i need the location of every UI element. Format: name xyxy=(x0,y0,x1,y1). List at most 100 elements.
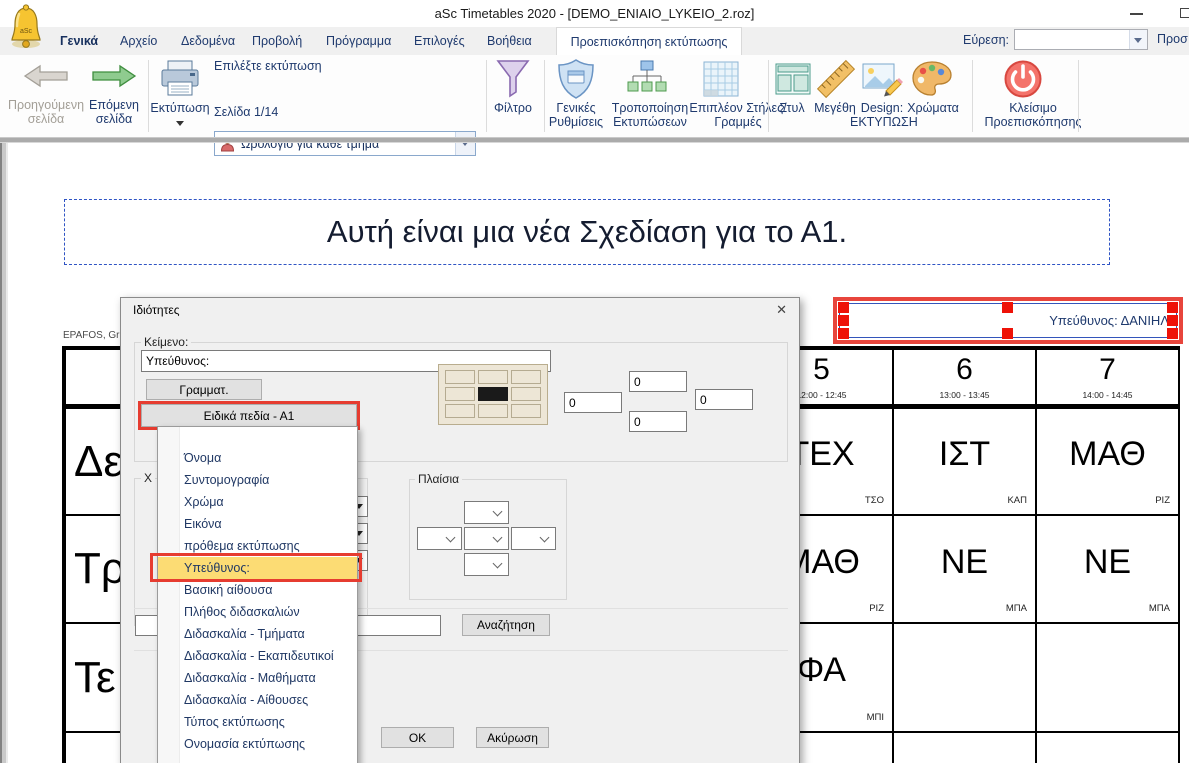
print-type-combo[interactable]: Ωρολόγιο για κάθε τμήμα xyxy=(214,131,476,156)
menu-epiloges[interactable]: Επιλογές xyxy=(414,27,465,55)
print-button[interactable]: Εκτύπωση xyxy=(148,101,212,115)
menu-provoli[interactable]: Προβολή xyxy=(252,27,302,55)
special-fields-menu: Όνομα Συντομογραφία Χρώμα Εικόνα πρόθεμα… xyxy=(157,426,358,763)
modify-prints-tree-icon xyxy=(622,57,672,101)
day-label-wednesday: Τε xyxy=(74,624,116,731)
lesson-cell[interactable] xyxy=(1037,624,1178,731)
frame-bottom-combo[interactable] xyxy=(464,553,509,576)
search-button[interactable]: Αναζήτηση xyxy=(462,614,550,636)
find-combo[interactable] xyxy=(1014,29,1148,50)
asc-bell-logo-icon[interactable]: aSc xyxy=(8,2,44,52)
resize-handle[interactable] xyxy=(838,315,849,326)
lesson-cell[interactable]: ΝΕΜΠΑ xyxy=(1037,516,1178,622)
menu-item-home-classroom[interactable]: Βασική αίθουσα xyxy=(158,579,357,601)
preview-left-edge xyxy=(0,143,8,763)
frame-top-combo[interactable] xyxy=(464,501,509,524)
tab-print-preview[interactable]: Προεπισκόπηση εκτύπωσης xyxy=(556,27,742,55)
resize-handle[interactable] xyxy=(838,328,849,339)
menu-item-abbreviation[interactable]: Συντομογραφία xyxy=(158,469,357,491)
selected-field-box[interactable]: Υπεύθυνος: ΔΑΝΙΗΛ xyxy=(833,297,1183,344)
resize-handle[interactable] xyxy=(1002,328,1013,339)
cancel-button[interactable]: Ακύρωση xyxy=(476,727,549,748)
menu-item-print-type[interactable]: Τύπος εκτύπωσης xyxy=(158,711,357,733)
menu-item-color[interactable]: Χρώμα xyxy=(158,491,357,513)
svg-text:aSc: aSc xyxy=(20,28,33,35)
frame-right-combo[interactable] xyxy=(511,527,556,550)
resize-handle[interactable] xyxy=(838,302,849,313)
close-preview-power-icon xyxy=(1000,57,1046,101)
find-input[interactable] xyxy=(1016,31,1128,48)
left-group-label: Χ xyxy=(141,471,155,485)
filter-button[interactable]: Φίλτρο xyxy=(486,101,540,115)
colors-palette-icon xyxy=(908,58,956,100)
ribbon-divider xyxy=(0,137,1189,143)
text-group-label: Κείμενο: xyxy=(141,335,191,349)
ok-button[interactable]: OK xyxy=(381,727,454,748)
epafos-watermark: EPAFOS, Gr xyxy=(63,330,120,341)
resize-handle[interactable] xyxy=(1002,302,1013,313)
margin-right-input[interactable] xyxy=(695,389,753,410)
align-bottom-center[interactable] xyxy=(478,404,508,418)
align-bottom-left[interactable] xyxy=(445,404,475,418)
menu-item-lesson-teachers[interactable]: Διδασκαλία - Εκαπιδευτικοί xyxy=(158,645,357,667)
minimize-icon[interactable] xyxy=(1130,13,1143,15)
menu-genika[interactable]: Γενικά xyxy=(60,27,98,55)
close-icon[interactable]: ✕ xyxy=(776,302,787,318)
dialog-title: Ιδιότητες xyxy=(133,303,179,317)
menu-programma[interactable]: Πρόγραμμα xyxy=(326,27,391,55)
align-bottom-right[interactable] xyxy=(511,404,541,418)
frame-center-combo[interactable] xyxy=(464,527,509,550)
menu-arxeio[interactable]: Αρχείο xyxy=(120,27,157,55)
find-dropdown-icon[interactable] xyxy=(1129,30,1147,49)
margin-left-input[interactable] xyxy=(564,392,622,413)
find-label: Εύρεση: xyxy=(963,33,1009,47)
design-heading-box[interactable]: Αυτή είναι μια νέα Σχεδίαση για το Α1. xyxy=(64,199,1110,265)
align-middle-left[interactable] xyxy=(445,387,475,401)
menu-item-picture[interactable]: Εικόνα xyxy=(158,513,357,535)
close-preview-button[interactable]: Κλείσιμο Προεπισκόπησης xyxy=(978,101,1088,129)
next-page-button[interactable]: Επόμενη σελίδα xyxy=(84,98,144,126)
design-heading-text: Αυτή είναι μια νέα Σχεδίαση για το Α1. xyxy=(327,214,847,250)
align-middle-center[interactable] xyxy=(478,387,508,401)
print-type-dropdown-icon[interactable] xyxy=(455,132,475,155)
align-middle-right[interactable] xyxy=(511,387,541,401)
lesson-cell[interactable]: ΙΣΤΚΑΠ xyxy=(894,409,1035,514)
margin-top-input[interactable] xyxy=(629,371,687,392)
sizes-ruler-icon xyxy=(814,58,858,100)
align-top-left[interactable] xyxy=(445,370,475,384)
special-fields-button[interactable]: Ειδικά πεδία - Α1 xyxy=(141,404,357,427)
title-bar: aSc Timetables 2020 - [DEMO_ENIAIO_LYKEI… xyxy=(0,0,1189,27)
colors-button[interactable]: Χρώματα xyxy=(904,101,962,115)
maximize-icon[interactable] xyxy=(1180,8,1189,18)
resize-handle[interactable] xyxy=(1167,302,1178,313)
menu-item-lesson-classes[interactable]: Διδασκαλία - Τμήματα xyxy=(158,623,357,645)
menu-item-print-name[interactable]: Ονομασία εκτύπωσης xyxy=(158,733,357,755)
align-top-center[interactable] xyxy=(478,370,508,384)
menu-item-lesson-classrooms[interactable]: Διδασκαλία - Αίθουσες xyxy=(158,689,357,711)
align-top-right[interactable] xyxy=(511,370,541,384)
modify-prints-button[interactable]: Τροποποίηση Εκτυπώσεων xyxy=(606,101,694,129)
menu-item-name[interactable]: Όνομα xyxy=(158,447,357,469)
menu-item-lesson-count[interactable]: Πλήθος διδασκαλιών xyxy=(158,601,357,623)
lesson-cell[interactable]: ΜΑΘΡΙΖ xyxy=(1037,409,1178,514)
menu-dedomena[interactable]: Δεδομένα xyxy=(181,27,235,55)
frame-left-combo[interactable] xyxy=(417,527,462,550)
window-title: aSc Timetables 2020 - [DEMO_ENIAIO_LYKEI… xyxy=(0,6,1189,21)
lesson-cell[interactable]: ΝΕΜΠΑ xyxy=(894,516,1035,622)
next-page-arrow-icon xyxy=(86,59,142,93)
resize-handle[interactable] xyxy=(1167,315,1178,326)
extra-columns-grid-icon xyxy=(698,57,744,101)
menu-voitheia[interactable]: Βοήθεια xyxy=(487,27,532,55)
frames-group-label: Πλαίσια xyxy=(415,472,462,486)
day-label-tuesday: Τρ xyxy=(74,516,126,622)
highlighted-item-red-outline xyxy=(150,553,362,582)
general-settings-button[interactable]: Γενικές Ρυθμίσεις xyxy=(543,101,609,129)
margin-bottom-input[interactable] xyxy=(629,411,687,432)
lesson-cell[interactable] xyxy=(894,624,1035,731)
previous-page-button: Προηγούμενη σελίδα xyxy=(2,98,90,126)
font-button[interactable]: Γραμματ. xyxy=(146,379,262,400)
menu-item-lesson-subjects[interactable]: Διδασκαλία - Μαθήματα xyxy=(158,667,357,689)
resize-handle[interactable] xyxy=(1167,328,1178,339)
period-header-6: 6 13:00 - 13:45 xyxy=(894,350,1035,404)
selected-field-text: Υπεύθυνος: ΔΑΝΙΗΛ xyxy=(1049,301,1169,340)
